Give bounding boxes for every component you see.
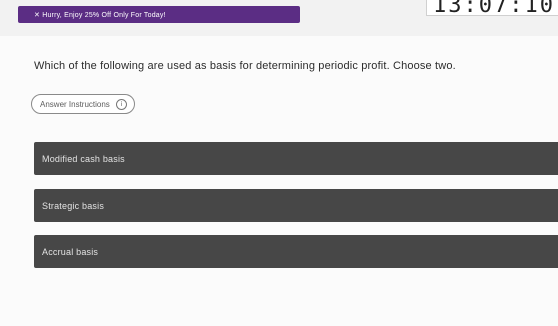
answer-option-2[interactable]: Strategic basis: [34, 189, 558, 222]
countdown-timer: 13:07:10: [426, 0, 558, 16]
answer-option-3[interactable]: Accrual basis: [34, 235, 558, 268]
answer-option-label: Strategic basis: [42, 200, 105, 211]
promo-banner-text: ✕ Hurry, Enjoy 25% Off Only For Today!: [34, 11, 166, 19]
answer-option-label: Accrual basis: [42, 246, 99, 257]
answer-option-label: Modified cash basis: [42, 153, 125, 164]
question-text: Which of the following are used as basis…: [34, 60, 456, 72]
answer-option-1[interactable]: Modified cash basis: [34, 142, 558, 175]
promo-banner[interactable]: ✕ Hurry, Enjoy 25% Off Only For Today!: [18, 6, 300, 23]
question-card: [0, 36, 558, 326]
answer-instructions-button[interactable]: Answer Instructions i: [31, 94, 135, 114]
answer-instructions-label: Answer Instructions: [40, 99, 110, 109]
info-icon: i: [115, 98, 127, 110]
